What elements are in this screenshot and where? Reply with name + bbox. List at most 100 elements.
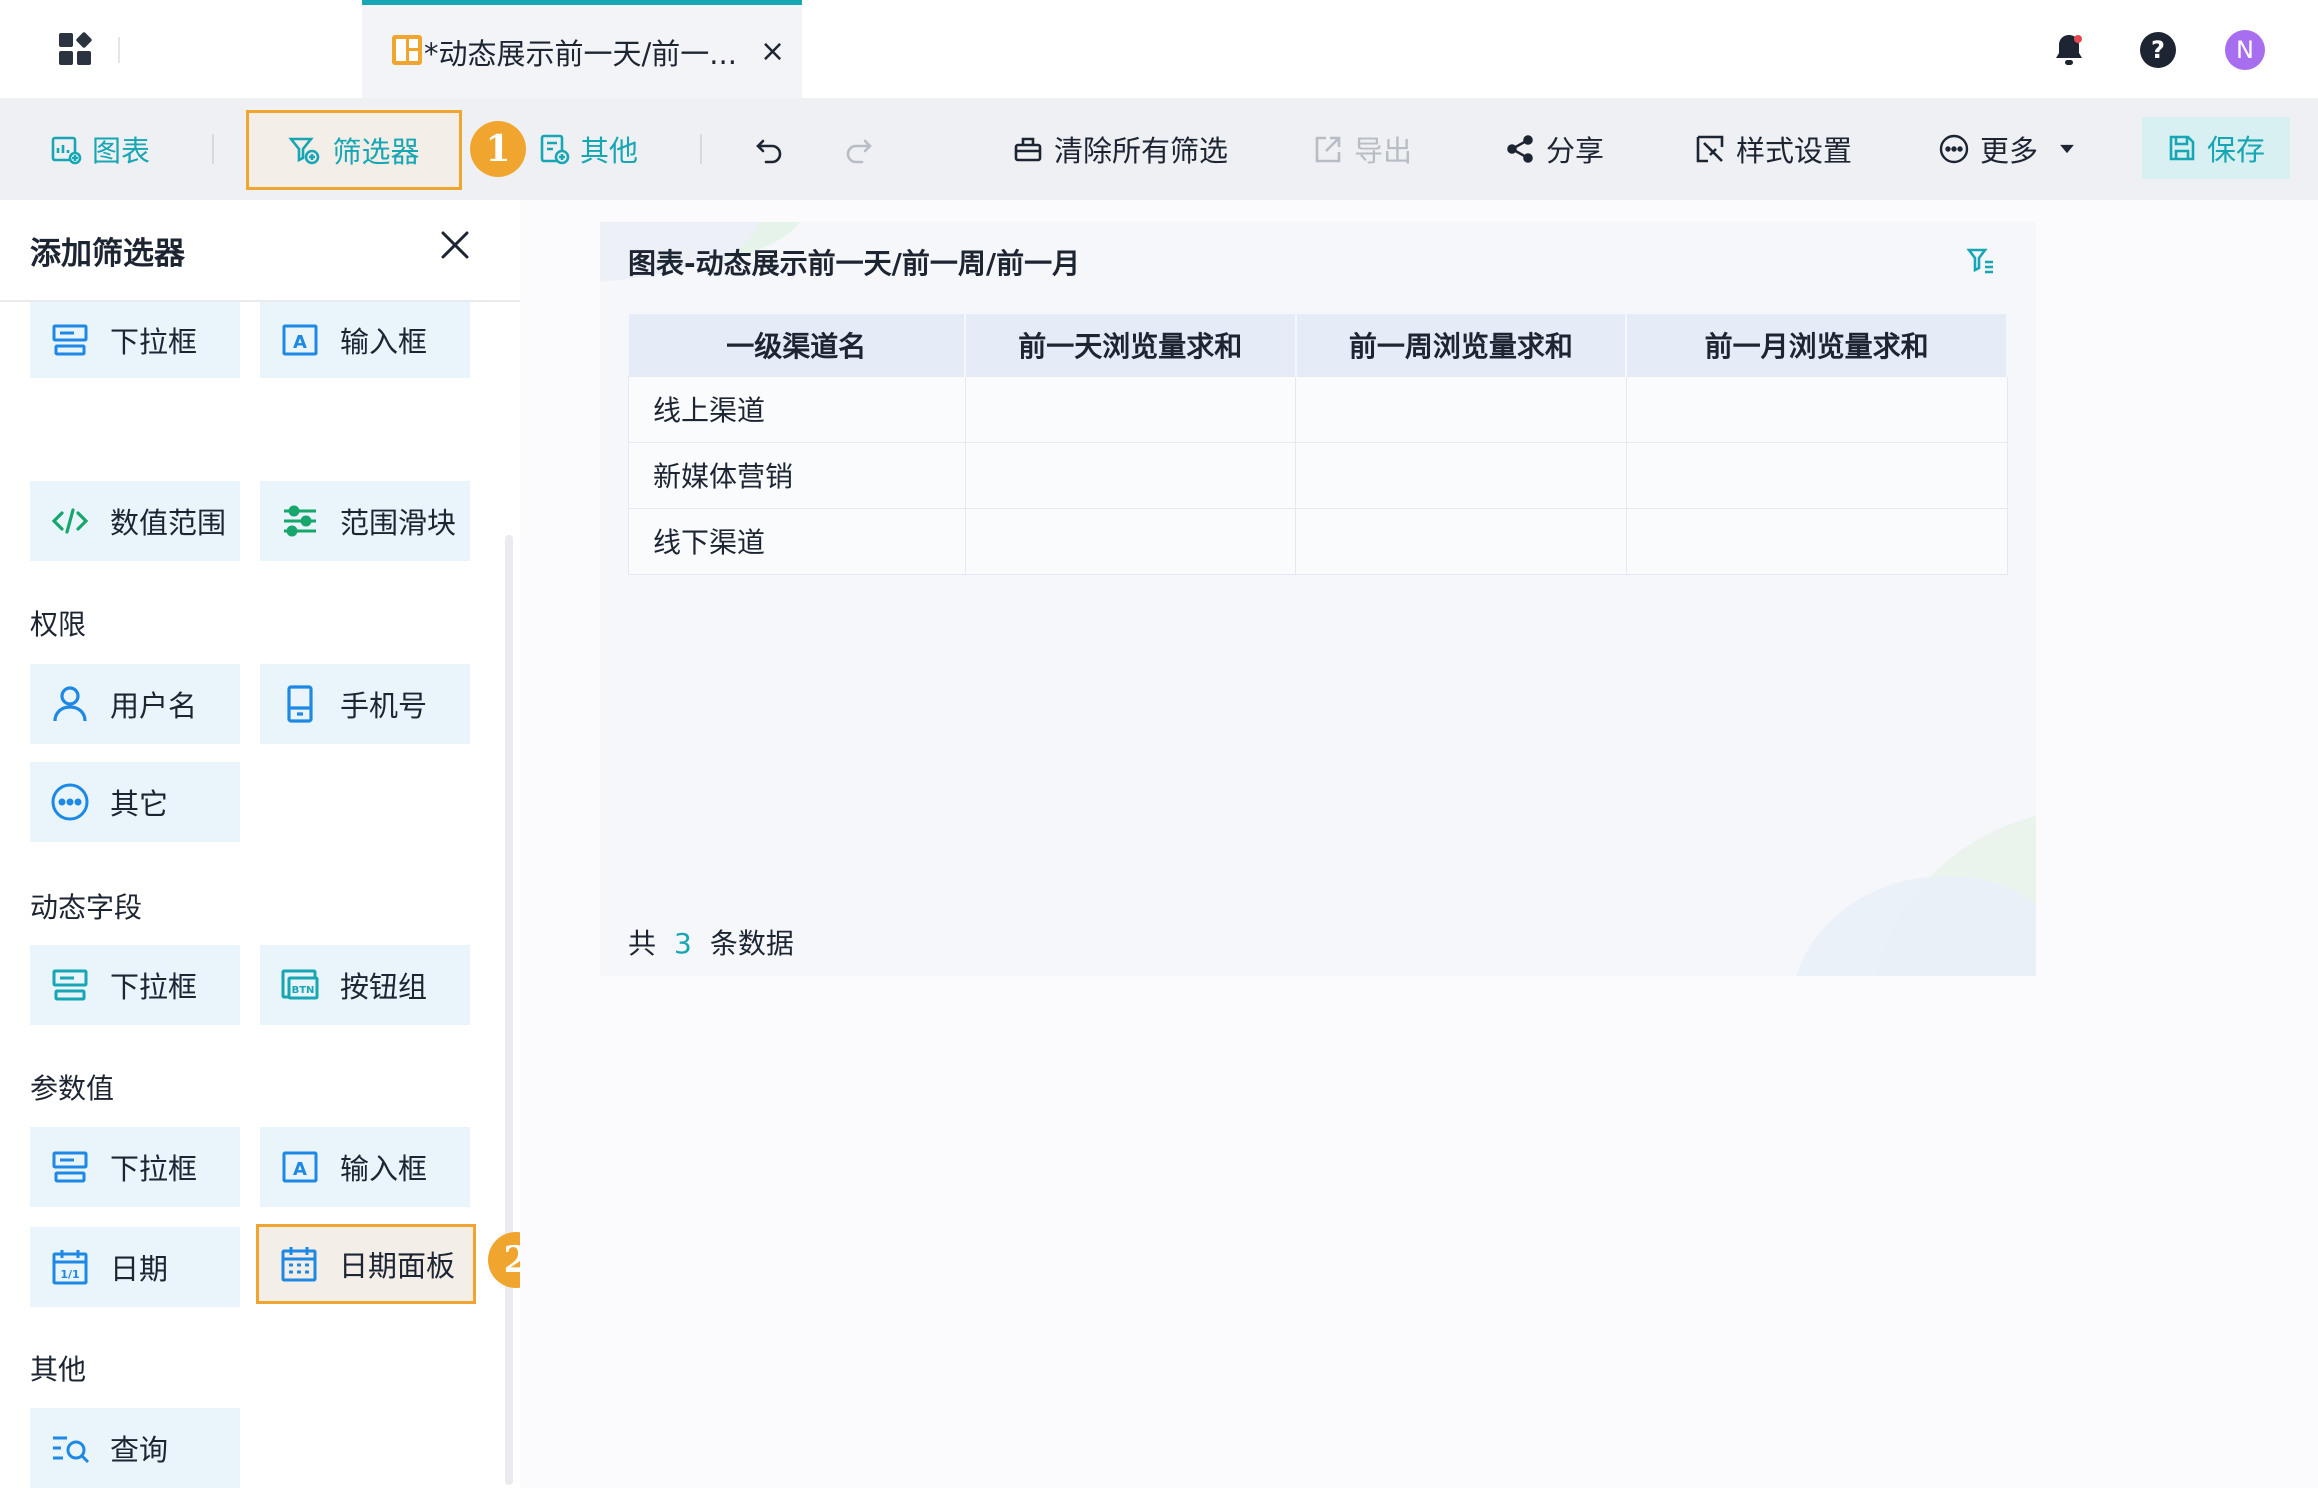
save-icon [2169,135,2195,161]
chart-card[interactable]: 图表-动态展示前一天/前一周/前一月 一级渠道名 前一天浏览量求和 前一周浏览量… [600,222,2036,976]
filter-item-param-dropdown[interactable]: 下拉框 [30,1127,240,1207]
other-button[interactable]: 其他 [538,98,638,200]
filter-button-label: 筛选器 [332,135,420,169]
more-label: 更多 [1980,134,2039,168]
bell-icon[interactable] [2049,30,2089,70]
section-title-other: 其他 [30,1353,87,1386]
filter-item-range-slider[interactable]: 范围滑块 [260,481,470,561]
share-button[interactable]: 分享 [1504,98,1604,200]
filter-item-button-group[interactable]: BTN 按钮组 [260,945,470,1025]
close-icon[interactable] [438,228,472,262]
record-count-value: 3 [674,927,692,960]
filter-item-number-range[interactable]: 数值范围 [30,481,240,561]
table-row: 线上渠道 [628,375,2008,443]
section-title-permission: 权限 [30,608,87,641]
table-cell [1625,507,2008,575]
table-cell [1625,375,2008,443]
divider [212,134,214,164]
filter-list-icon[interactable] [1966,246,1996,276]
filter-item-param-input[interactable]: A 输入框 [260,1127,470,1207]
style-settings-button[interactable]: 样式设置 [1694,98,1852,200]
save-button[interactable]: 保存 [2142,117,2290,179]
section-title-parameter: 参数值 [30,1072,115,1105]
app-grid-icon[interactable] [57,31,95,69]
filter-item-label: 日期 [110,1252,169,1286]
filter-item-label: 其它 [110,787,169,821]
tab-close-icon[interactable]: × [760,37,785,67]
table-header-row: 一级渠道名 前一天浏览量求和 前一周浏览量求和 前一月浏览量求和 [628,314,2008,376]
save-label: 保存 [2206,133,2265,167]
column-header[interactable]: 前一月浏览量求和 [1626,314,2008,376]
style-icon [1696,135,1724,163]
redo-button[interactable] [842,98,884,200]
avatar[interactable]: N [2225,30,2265,70]
dropdown-icon [52,969,88,1001]
chart-title: 图表-动态展示前一天/前一周/前一月 [628,247,1081,280]
tab-dashboard[interactable]: *动态展示前一天/前一... × [362,0,802,98]
more-icon [1939,134,1969,164]
filter-item-label: 输入框 [340,1152,428,1186]
column-header[interactable]: 前一周浏览量求和 [1295,314,1628,376]
filter-item-label: 查询 [110,1433,169,1467]
table-row: 线下渠道 [628,507,2008,575]
query-icon [53,1436,90,1464]
divider [700,134,702,164]
record-count: 共 3 条数据 [628,922,794,962]
more-button[interactable]: 更多 [1938,98,2088,200]
filter-item-label: 下拉框 [110,970,198,1004]
filter-item-label: 输入框 [340,325,428,359]
chart-button[interactable]: 图表 [50,98,150,200]
divider [118,37,120,63]
top-bar: *动态展示前一天/前一... × ? N [0,0,2318,98]
scrollbar[interactable] [505,535,513,1485]
table-cell [1295,507,1627,575]
toolbar: 图表 筛选器 1 其他 清除所有筛选 导出 分享 样式设置 更多 保存 [0,98,2318,200]
filter-item-label: 下拉框 [110,1152,198,1186]
filter-item-label: 用户名 [110,689,198,723]
table-cell [1625,441,2008,509]
table-row: 新媒体营销 [628,441,2008,509]
filter-item-other[interactable]: 其它 [30,762,240,842]
help-icon[interactable]: ? [2138,30,2178,70]
eraser-icon [1014,137,1042,162]
svg-text:A: A [293,332,307,353]
filter-item-phone[interactable]: 手机号 [260,664,470,744]
export-label: 导出 [1354,134,1413,168]
export-button[interactable]: 导出 [1312,98,1412,200]
svg-text:?: ? [2151,36,2165,64]
undo-button[interactable] [754,98,796,200]
filter-button[interactable]: 筛选器 [246,110,462,190]
clear-filters-button[interactable]: 清除所有筛选 [1012,98,1228,200]
caret-down-icon [2060,144,2074,154]
filter-item-query[interactable]: 查询 [30,1408,240,1488]
dropdown-icon [52,1151,88,1183]
calendar-icon: 1/1 [52,1250,88,1285]
step-badge-1: 1 [470,121,526,177]
filter-item-label: 下拉框 [110,325,198,359]
filter-item-date[interactable]: 1/1 日期 [30,1227,240,1307]
code-icon [51,508,89,534]
table-cell: 线下渠道 [628,507,966,575]
add-filter-panel: 添加筛选器 下拉框 A 输入框 数值 数值范围 范围滑块 权限 用户名 手机号 … [0,200,520,1488]
column-header[interactable]: 前一天浏览量求和 [965,314,1297,376]
filter-item-input[interactable]: A 输入框 [260,302,470,378]
input-box-icon: A [282,324,318,356]
chart-button-label: 图表 [92,134,151,168]
record-count-prefix: 共 [628,927,657,960]
input-box-icon: A [282,1151,318,1183]
filter-item-date-panel[interactable]: 日期面板 [256,1224,476,1304]
user-icon [53,686,87,722]
other-button-label: 其他 [580,134,639,168]
filter-item-dynamic-dropdown[interactable]: 下拉框 [30,945,240,1025]
filter-item-label: 日期面板 [339,1249,456,1283]
filter-item-label: 数值范围 [110,506,227,540]
filter-item-label: 按钮组 [340,970,428,1004]
table-cell [1295,441,1627,509]
column-header[interactable]: 一级渠道名 [628,314,966,376]
filter-item-username[interactable]: 用户名 [30,664,240,744]
svg-text:BTN: BTN [292,985,315,996]
tab-title: *动态展示前一天/前一... [424,37,737,71]
data-table: 一级渠道名 前一天浏览量求和 前一周浏览量求和 前一月浏览量求和 线上渠道 新媒… [628,314,2008,575]
filter-item-dropdown[interactable]: 下拉框 [30,302,240,378]
add-chart-icon [51,136,82,165]
